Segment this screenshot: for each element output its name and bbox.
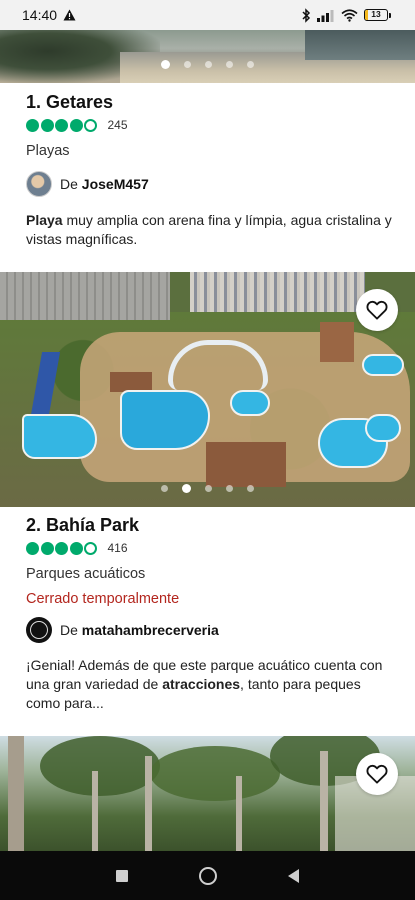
save-button[interactable] (356, 289, 398, 331)
carousel-dot[interactable] (205, 485, 212, 492)
carousel-dot[interactable] (226, 485, 233, 492)
heart-outline-icon (366, 764, 388, 784)
carousel-dot-active[interactable] (161, 60, 170, 69)
card-1-rating-bubbles (26, 118, 99, 132)
circle-icon[interactable] (198, 866, 217, 885)
rating-bubble-filled (40, 541, 54, 555)
carousel-dot[interactable] (226, 61, 233, 68)
carousel-dot[interactable] (247, 485, 254, 492)
card-1-photo[interactable] (0, 30, 415, 83)
card-2-title[interactable]: 2. Bahía Park (26, 515, 396, 536)
rating-bubble-filled (26, 118, 39, 132)
card-1-review-snippet: Playa muy amplia con arena fina y límpia… (26, 211, 396, 249)
card-1-rating: 245 (26, 118, 396, 132)
wifi-icon (341, 8, 358, 22)
battery-level: 13 (371, 9, 381, 19)
signal-icon (317, 9, 335, 22)
card-1[interactable]: 1. Getares 245 Playas De JoseM457 Playa … (26, 92, 396, 249)
rating-bubble-filled (55, 541, 68, 555)
rating-bubble-filled (40, 118, 54, 132)
card-2[interactable]: 2. Bahía Park 416 Parques acuáticos Cerr… (26, 515, 396, 713)
snippet-highlight: Playa (26, 212, 63, 228)
rating-bubble-empty (84, 541, 97, 555)
card-2-review-snippet: ¡Genial! Además de que este parque acuát… (26, 656, 396, 713)
battery-indicator: 13 (364, 9, 391, 21)
status-time: 14:40 (22, 7, 58, 23)
avatar (26, 171, 52, 197)
card-2-rating-bubbles (26, 541, 99, 555)
reviewer-prefix: De (60, 622, 78, 638)
card-2-carousel-dots (0, 484, 415, 493)
card-2-review-count: 416 (107, 541, 128, 555)
rating-bubble-filled (69, 541, 83, 555)
save-button[interactable] (356, 753, 398, 795)
rating-bubble-filled (55, 118, 68, 132)
rating-bubble-empty (84, 118, 97, 132)
carousel-dot[interactable] (161, 485, 168, 492)
card-1-category: Playas (26, 143, 70, 159)
battery-fill (365, 10, 368, 20)
bluetooth-icon (301, 7, 311, 23)
closed-status-text: Cerrado temporalmente (26, 591, 180, 607)
card-1-reviewer: De JoseM457 (26, 171, 396, 197)
card-1-carousel-dots (0, 60, 415, 69)
rating-bubble-filled (69, 118, 83, 132)
status-bar: 14:40 13 (0, 0, 415, 30)
snippet-highlight: atracciones (162, 676, 241, 692)
card-2-reviewer: De matahambrecerveria (26, 617, 396, 643)
warning-icon (63, 9, 76, 21)
carousel-dot-active[interactable] (182, 484, 191, 493)
card-2-category: Parques acuáticos (26, 566, 146, 582)
reviewer-name: JoseM457 (81, 176, 149, 192)
status-left: 14:40 (22, 7, 76, 23)
card-3-photo[interactable] (0, 736, 415, 851)
rating-bubble-filled (26, 541, 39, 555)
reviewer-prefix: De (60, 176, 78, 192)
card-2-rating: 416 (26, 541, 396, 555)
card-1-review-count: 245 (107, 118, 128, 132)
status-right: 13 (301, 7, 391, 23)
system-nav-bar (0, 851, 415, 900)
carousel-dot[interactable] (247, 61, 254, 68)
card-1-title[interactable]: 1. Getares (26, 92, 396, 113)
carousel-dot[interactable] (184, 61, 191, 68)
avatar (26, 617, 52, 643)
snippet-text: muy amplia con arena fina y límpia, agua… (26, 212, 392, 247)
carousel-dot[interactable] (205, 61, 212, 68)
square-icon[interactable] (115, 869, 128, 882)
triangle-back-icon[interactable] (288, 868, 300, 883)
card-2-photo[interactable] (0, 272, 415, 507)
reviewer-name: matahambrecerveria (81, 622, 219, 638)
heart-outline-icon (366, 300, 388, 320)
